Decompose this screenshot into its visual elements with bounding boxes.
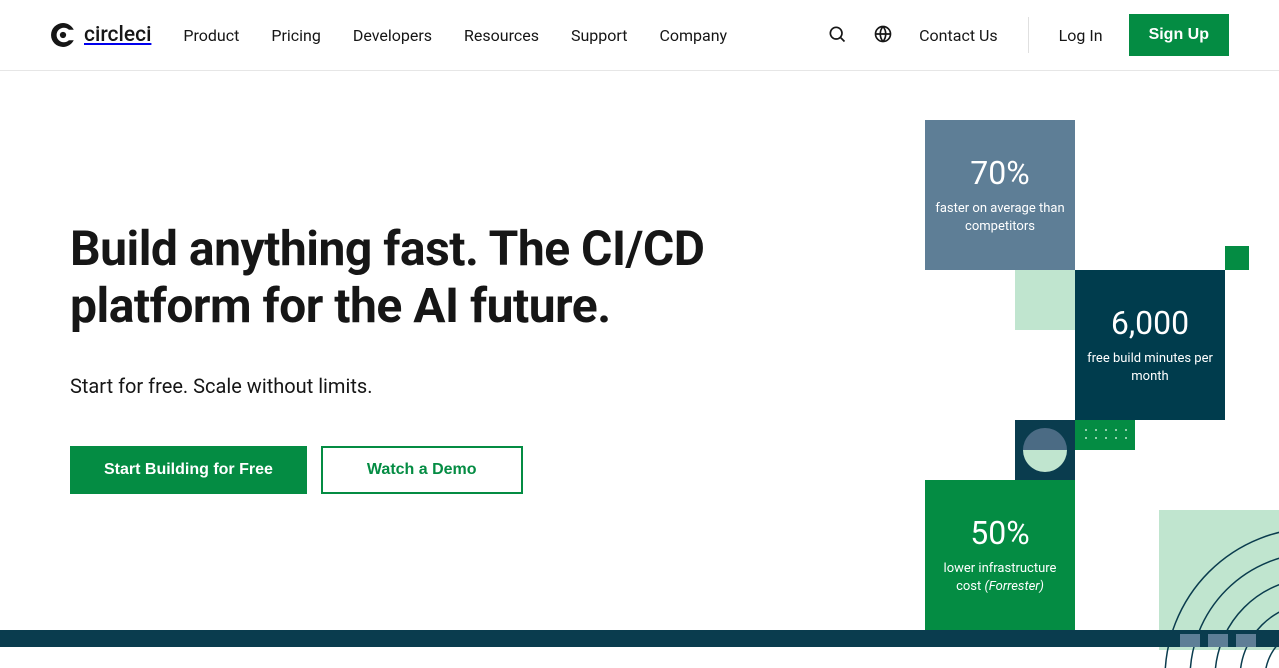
nav-divider: [1028, 17, 1029, 53]
start-building-button[interactable]: Start Building for Free: [70, 446, 307, 494]
nav-product[interactable]: Product: [183, 26, 239, 45]
search-button[interactable]: [827, 24, 847, 47]
language-button[interactable]: [873, 24, 893, 47]
nav-developers[interactable]: Developers: [353, 26, 432, 45]
watch-demo-button[interactable]: Watch a Demo: [321, 446, 523, 494]
decor-footer-bar: [0, 630, 1279, 647]
stat-card-speed: 70% faster on average than competitors: [925, 120, 1075, 270]
hero-content: Build anything fast. The CI/CD platform …: [70, 221, 810, 494]
stat-caption: lower infrastructure cost (Forrester): [931, 560, 1069, 596]
decor-square-mint: [1015, 270, 1075, 330]
primary-nav: Product Pricing Developers Resources Sup…: [183, 26, 727, 45]
stat-value: 70%: [970, 154, 1029, 192]
nav-resources[interactable]: Resources: [464, 26, 539, 45]
stat-caption: free build minutes per month: [1081, 350, 1219, 386]
logo-text: circleci: [84, 23, 151, 47]
stat-cluster: 70% faster on average than competitors 6…: [925, 120, 1255, 640]
stat-card-cost: 50% lower infrastructure cost (Forrester…: [925, 480, 1075, 630]
site-header: circleci Product Pricing Developers Reso…: [0, 0, 1279, 71]
decor-square-circle: [1015, 420, 1075, 480]
decor-dot-grid: [1075, 420, 1135, 450]
half-circle-icon: [1023, 428, 1067, 472]
nav-pricing[interactable]: Pricing: [271, 26, 321, 45]
login-link[interactable]: Log In: [1059, 26, 1103, 45]
hero-actions: Start Building for Free Watch a Demo: [70, 446, 810, 494]
globe-icon: [873, 24, 893, 47]
nav-support[interactable]: Support: [571, 26, 627, 45]
contact-us-link[interactable]: Contact Us: [919, 26, 998, 45]
nav-company[interactable]: Company: [659, 26, 727, 45]
signup-button[interactable]: Sign Up: [1129, 14, 1229, 56]
decor-vertical-bars: [1180, 634, 1256, 647]
stat-value: 6,000: [1111, 304, 1189, 342]
stat-caption-em: (Forrester): [984, 579, 1043, 594]
search-icon: [827, 24, 847, 47]
secondary-nav: Contact Us Log In Sign Up: [827, 14, 1229, 56]
hero-subtitle: Start for free. Scale without limits.: [70, 374, 810, 398]
decor-mint-band: [1159, 510, 1279, 650]
circleci-logo-icon: [50, 22, 76, 48]
decor-square-small: [1225, 246, 1249, 270]
hero-title: Build anything fast. The CI/CD platform …: [70, 221, 810, 334]
stat-card-minutes: 6,000 free build minutes per month: [1075, 270, 1225, 420]
stat-caption: faster on average than competitors: [931, 200, 1069, 236]
logo-link[interactable]: circleci: [50, 22, 151, 48]
stat-value: 50%: [970, 514, 1029, 552]
